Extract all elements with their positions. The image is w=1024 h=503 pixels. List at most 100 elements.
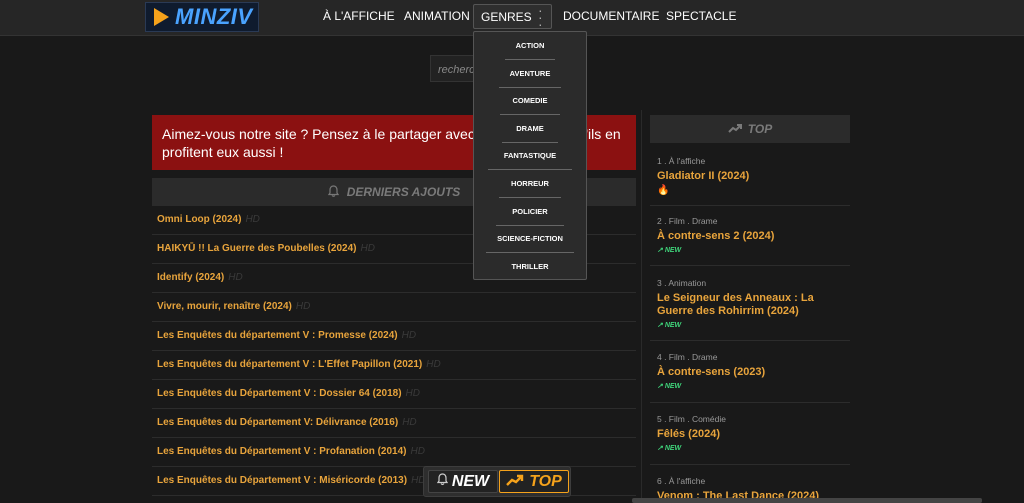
nav-item-a-l-affiche[interactable]: À L'AFFICHE <box>323 9 395 23</box>
genre-science-fiction[interactable]: SCIENCE-FICTION <box>474 234 586 243</box>
trending-up-icon: ↗ <box>657 445 663 452</box>
top-item-title[interactable]: À contre-sens 2 (2024) <box>657 230 850 243</box>
list-item[interactable]: Les Enquêtes du Département V : Dossier … <box>152 380 636 409</box>
new-badge-label: NEW <box>664 322 682 329</box>
top-item-title[interactable]: Le Seigneur des Anneaux : La Guerre des … <box>657 292 850 318</box>
bell-icon <box>327 184 339 200</box>
list-item[interactable]: Les Enquêtes du Département V : Profanat… <box>152 438 636 467</box>
new-badge-label: NEW <box>664 383 682 390</box>
divider <box>499 87 561 88</box>
fire-icon: 🔥 <box>657 185 670 196</box>
genre-thriller[interactable]: THRILLER <box>474 262 586 271</box>
movie-title[interactable]: Les Enquêtes du département V : L'Effet … <box>157 359 422 370</box>
top-item-category: 1 . À l'affiche <box>657 156 706 166</box>
divider <box>505 59 555 60</box>
top-item-category: 6 . À l'affiche <box>657 476 706 486</box>
site-logo[interactable]: MINZIV <box>145 2 259 32</box>
trending-up-icon: ↗ <box>657 383 663 390</box>
genres-dropdown-menu: ACTION AVENTURE COMEDIE DRAME FANTASTIQU… <box>473 31 587 280</box>
movie-title[interactable]: Identify (2024) <box>157 272 224 283</box>
divider <box>650 340 850 341</box>
genre-action[interactable]: ACTION <box>474 41 586 50</box>
genre-comedie[interactable]: COMEDIE <box>474 96 586 105</box>
top-header: TOP <box>650 115 850 143</box>
new-badge: ↗ NEW <box>657 321 850 329</box>
divider <box>650 205 850 206</box>
top-item-category: 2 . Film . Drame <box>657 216 718 226</box>
bell-icon <box>436 472 448 491</box>
nav-item-documentaire[interactable]: DOCUMENTAIRE <box>563 9 659 23</box>
movie-title[interactable]: Vivre, mourir, renaître (2024) <box>157 301 292 312</box>
genre-fantastique[interactable]: FANTASTIQUE <box>474 151 586 160</box>
movie-title[interactable]: Les Enquêtes du Département V : Dossier … <box>157 388 402 399</box>
genre-drame[interactable]: DRAME <box>474 124 586 133</box>
new-badge: ↗ NEW <box>657 382 850 390</box>
divider <box>499 197 561 198</box>
top-item[interactable]: 4 . Film . Drame À contre-sens (2023) ↗ … <box>657 352 850 390</box>
nav-item-animation[interactable]: ANIMATION <box>404 9 470 23</box>
hd-badge: HD <box>410 446 425 457</box>
new-button[interactable]: NEW <box>428 470 498 493</box>
divider <box>502 142 558 143</box>
divider <box>650 402 850 403</box>
divider <box>650 464 850 465</box>
movie-title[interactable]: Les Enquêtes du département V : Promesse… <box>157 330 398 341</box>
movie-title[interactable]: Les Enquêtes du Département V : Misérico… <box>157 475 407 486</box>
new-button-label: NEW <box>451 472 490 490</box>
top-item-category: 3 . Animation <box>657 278 707 288</box>
genre-aventure[interactable]: AVENTURE <box>474 69 586 78</box>
genre-policier[interactable]: POLICIER <box>474 207 586 216</box>
hd-badge: HD <box>295 301 311 312</box>
top-item-category: 5 . Film . Comédie <box>657 414 726 424</box>
movie-title[interactable]: Omni Loop (2024) <box>157 214 241 225</box>
top-item-title[interactable]: À contre-sens (2023) <box>657 366 850 379</box>
latest-additions-title: DERNIERS AJOUTS <box>346 185 461 199</box>
divider <box>500 114 560 115</box>
top-item[interactable]: 2 . Film . Drame À contre-sens 2 (2024) … <box>657 216 850 254</box>
list-item[interactable]: Les Enquêtes du département V : L'Effet … <box>152 351 636 380</box>
divider <box>496 225 564 226</box>
new-badge: ↗ NEW <box>657 246 850 254</box>
nav-genres-dropdown[interactable]: GENRES · · · <box>473 2 552 32</box>
genres-label: GENRES <box>481 10 532 24</box>
top-button[interactable]: TOP <box>499 470 569 493</box>
new-badge: ↗ NEW <box>657 444 850 452</box>
top-item[interactable]: 1 . À l'affiche Gladiator II (2024) 🔥 <box>657 156 850 196</box>
column-divider <box>641 110 642 503</box>
hd-badge: HD <box>228 272 243 283</box>
trending-up-icon: ↗ <box>657 247 663 254</box>
divider <box>650 265 850 266</box>
list-item[interactable]: Les Enquêtes du département V : Promesse… <box>152 322 636 351</box>
nav-item-spectacle[interactable]: SPECTACLE <box>666 9 736 23</box>
top-item-category: 4 . Film . Drame <box>657 352 718 362</box>
top-item-title[interactable]: Fêlés (2024) <box>657 428 850 441</box>
top-item[interactable]: 3 . Animation Le Seigneur des Anneaux : … <box>657 278 850 329</box>
movie-title[interactable]: HAIKYŪ !! La Guerre des Poubelles (2024) <box>157 243 357 254</box>
hd-badge: HD <box>405 388 420 399</box>
trending-up-icon: ↗ <box>657 322 663 329</box>
top-item-title[interactable]: Gladiator II (2024) <box>657 170 850 183</box>
divider <box>486 252 574 253</box>
kebab-menu-icon: · · · <box>538 2 543 32</box>
new-badge-label: NEW <box>664 247 682 254</box>
hd-badge: HD <box>402 417 417 428</box>
movie-title[interactable]: Les Enquêtes du Département V: Délivranc… <box>157 417 398 428</box>
genre-horreur[interactable]: HORREUR <box>474 179 586 188</box>
horizontal-scrollbar[interactable] <box>632 498 982 503</box>
trending-up-icon <box>506 473 524 491</box>
list-item[interactable]: Vivre, mourir, renaître (2024) HD <box>152 293 636 322</box>
floating-tab-bar: NEW TOP <box>423 466 571 497</box>
movie-title[interactable]: Les Enquêtes du Département V : Profanat… <box>157 446 407 457</box>
top-item[interactable]: 5 . Film . Comédie Fêlés (2024) ↗ NEW <box>657 414 850 452</box>
list-item[interactable]: Les Enquêtes du Département V: Délivranc… <box>152 409 636 438</box>
trending-up-icon <box>728 122 742 136</box>
hd-badge: HD <box>401 330 417 341</box>
play-icon <box>154 8 169 26</box>
logo-text: MINZIV <box>175 4 253 29</box>
new-badge-label: NEW <box>664 445 682 452</box>
hd-badge: HD <box>360 243 375 254</box>
top-title: TOP <box>747 122 773 136</box>
divider <box>488 169 572 170</box>
top-button-label: TOP <box>529 472 562 490</box>
hd-badge: HD <box>426 359 441 370</box>
